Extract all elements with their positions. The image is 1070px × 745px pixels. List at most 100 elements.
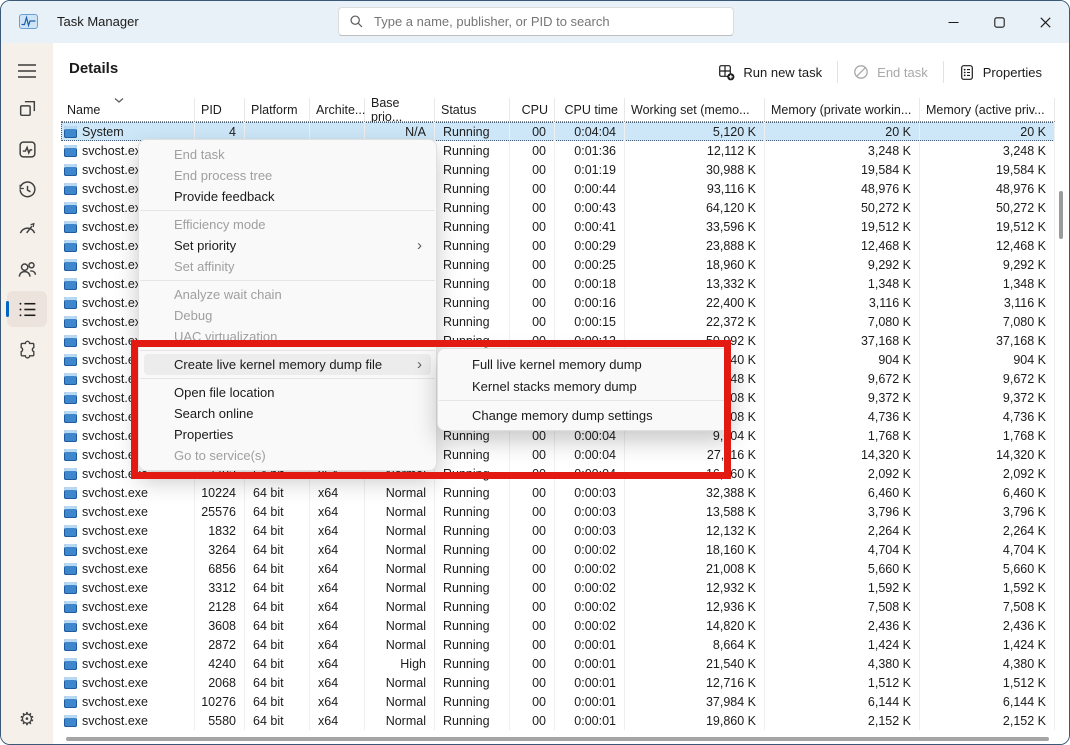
cell-working_set: 8,664 K xyxy=(625,635,765,654)
column-header-platform[interactable]: Platform xyxy=(245,98,310,121)
table-row[interactable]: svchost.exe183264 bitx64NormalRunning000… xyxy=(61,521,1055,540)
column-header-mem_private[interactable]: Memory (private workin... xyxy=(765,98,920,121)
table-row[interactable]: svchost.exe1022464 bitx64NormalRunning00… xyxy=(61,483,1055,502)
column-header-status[interactable]: Status xyxy=(435,98,510,121)
table-row[interactable]: svchost.exe331264 bitx64NormalRunning000… xyxy=(61,578,1055,597)
context-menu-item-debug[interactable]: Debug xyxy=(144,305,431,326)
cell-status: Running xyxy=(435,711,510,730)
users-icon xyxy=(17,259,38,280)
cell-mem_private: 3,796 K xyxy=(765,502,920,521)
vertical-scrollbar[interactable] xyxy=(1059,191,1063,239)
cell-mem_private: 19,512 K xyxy=(765,217,920,236)
table-row[interactable]: svchost.exe212864 bitx64NormalRunning000… xyxy=(61,597,1055,616)
cell-working_set: 12,112 K xyxy=(625,141,765,160)
toolbar-divider xyxy=(943,61,944,83)
cell-status: Running xyxy=(435,293,510,312)
sidebar-item-startup-apps[interactable] xyxy=(7,211,47,247)
process-name: svchost.exe xyxy=(82,676,148,690)
search-box[interactable] xyxy=(338,7,734,36)
minimize-button[interactable] xyxy=(930,2,976,42)
column-header-working_set[interactable]: Working set (memo... xyxy=(625,98,765,121)
sidebar-item-performance[interactable] xyxy=(7,131,47,167)
context-menu-item-set-affinity[interactable]: Set affinity xyxy=(144,256,431,277)
column-header-arch[interactable]: Archite... xyxy=(310,98,365,121)
cell-mem_active: 2,152 K xyxy=(920,711,1055,730)
sidebar-item-settings[interactable]: ⚙ xyxy=(7,702,47,738)
column-header-pid[interactable]: PID xyxy=(195,98,245,121)
cell-mem_active: 2,264 K xyxy=(920,521,1055,540)
process-name: svchost.exe xyxy=(82,695,148,709)
cell-cpu_time: 0:01:19 xyxy=(555,160,625,179)
cell-mem_private: 6,460 K xyxy=(765,483,920,502)
column-header-base_priority[interactable]: Base prio... xyxy=(365,98,435,121)
cell-status: Running xyxy=(435,502,510,521)
process-icon xyxy=(64,582,77,594)
annotation-rectangle xyxy=(131,340,731,479)
search-input[interactable] xyxy=(372,13,723,30)
process-icon xyxy=(64,449,77,461)
table-row[interactable]: svchost.exe360864 bitx64NormalRunning000… xyxy=(61,616,1055,635)
sidebar-item-details[interactable] xyxy=(7,291,47,327)
table-row[interactable]: svchost.exe206864 bitx64NormalRunning000… xyxy=(61,673,1055,692)
table-row[interactable]: svchost.exe685664 bitx64NormalRunning000… xyxy=(61,559,1055,578)
cell-platform: 64 bit xyxy=(245,559,310,578)
context-menu-item-analyze-wait-chain[interactable]: Analyze wait chain xyxy=(144,284,431,305)
sidebar-menu-button[interactable] xyxy=(7,53,47,89)
run-new-task-button[interactable]: Run new task xyxy=(705,57,835,87)
column-header-mem_active[interactable]: Memory (active priv... xyxy=(920,98,1055,121)
table-row[interactable]: svchost.exe424064 bitx64HighRunning000:0… xyxy=(61,654,1055,673)
sidebar-item-users[interactable] xyxy=(7,251,47,287)
properties-button[interactable]: Properties xyxy=(946,57,1055,87)
cell-mem_active: 6,144 K xyxy=(920,692,1055,711)
table-row[interactable]: svchost.exe2557664 bitx64NormalRunning00… xyxy=(61,502,1055,521)
context-menu-separator xyxy=(140,210,435,211)
cell-cpu_time: 0:00:02 xyxy=(555,559,625,578)
maximize-button[interactable] xyxy=(976,2,1022,42)
cell-mem_private: 1,512 K xyxy=(765,673,920,692)
column-header-cpu[interactable]: CPU xyxy=(510,98,555,121)
context-menu-item-provide-feedback[interactable]: Provide feedback xyxy=(144,186,431,207)
column-header-cpu_time[interactable]: CPU time xyxy=(555,98,625,121)
context-menu-item-end-process-tree[interactable]: End process tree xyxy=(144,165,431,186)
cell-mem_active: 6,460 K xyxy=(920,483,1055,502)
cell-cpu: 00 xyxy=(510,122,555,141)
horizontal-scrollbar[interactable] xyxy=(66,737,1049,741)
cell-cpu: 00 xyxy=(510,312,555,331)
end-task-button[interactable]: End task xyxy=(840,57,941,87)
cell-status: Running xyxy=(435,635,510,654)
cell-mem_active: 9,672 K xyxy=(920,369,1055,388)
table-row[interactable]: svchost.exe558064 bitx64NormalRunning000… xyxy=(61,711,1055,730)
cell-working_set: 23,888 K xyxy=(625,236,765,255)
table-row[interactable]: svchost.exe326464 bitx64NormalRunning000… xyxy=(61,540,1055,559)
table-row[interactable]: svchost.exe1027664 bitx64NormalRunning00… xyxy=(61,692,1055,711)
sidebar-item-services[interactable] xyxy=(7,331,47,367)
table-row[interactable]: svchost.exe287264 bitx64NormalRunning000… xyxy=(61,635,1055,654)
cell-cpu: 00 xyxy=(510,616,555,635)
sidebar-item-app-history[interactable] xyxy=(7,171,47,207)
cell-working_set: 14,820 K xyxy=(625,616,765,635)
context-menu-item-label: Provide feedback xyxy=(174,189,274,204)
cell-cpu_time: 0:00:16 xyxy=(555,293,625,312)
cell-status: Running xyxy=(435,540,510,559)
cell-pid: 1832 xyxy=(195,521,245,540)
sidebar-item-processes[interactable] xyxy=(7,90,47,126)
settings-gear-icon: ⚙ xyxy=(19,711,35,729)
cell-mem_private: 3,248 K xyxy=(765,141,920,160)
process-icon xyxy=(64,202,77,214)
run-new-task-label: Run new task xyxy=(743,65,822,80)
cell-arch: x64 xyxy=(310,654,365,673)
process-name: svchost.exe xyxy=(82,562,148,576)
cell-mem_active: 3,248 K xyxy=(920,141,1055,160)
context-menu-item-efficiency-mode[interactable]: Efficiency mode xyxy=(144,214,431,235)
cell-mem_private: 7,508 K xyxy=(765,597,920,616)
context-menu-item-end-task[interactable]: End task xyxy=(144,144,431,165)
cell-cpu: 00 xyxy=(510,635,555,654)
context-menu-item-label: Analyze wait chain xyxy=(174,287,282,302)
cell-name: svchost.exe xyxy=(61,559,195,578)
cell-cpu: 00 xyxy=(510,692,555,711)
cell-cpu: 00 xyxy=(510,673,555,692)
process-icon xyxy=(64,316,77,328)
column-header-name[interactable]: Name xyxy=(61,98,195,121)
close-button[interactable] xyxy=(1022,2,1068,42)
context-menu-item-set-priority[interactable]: Set priority› xyxy=(144,235,431,256)
